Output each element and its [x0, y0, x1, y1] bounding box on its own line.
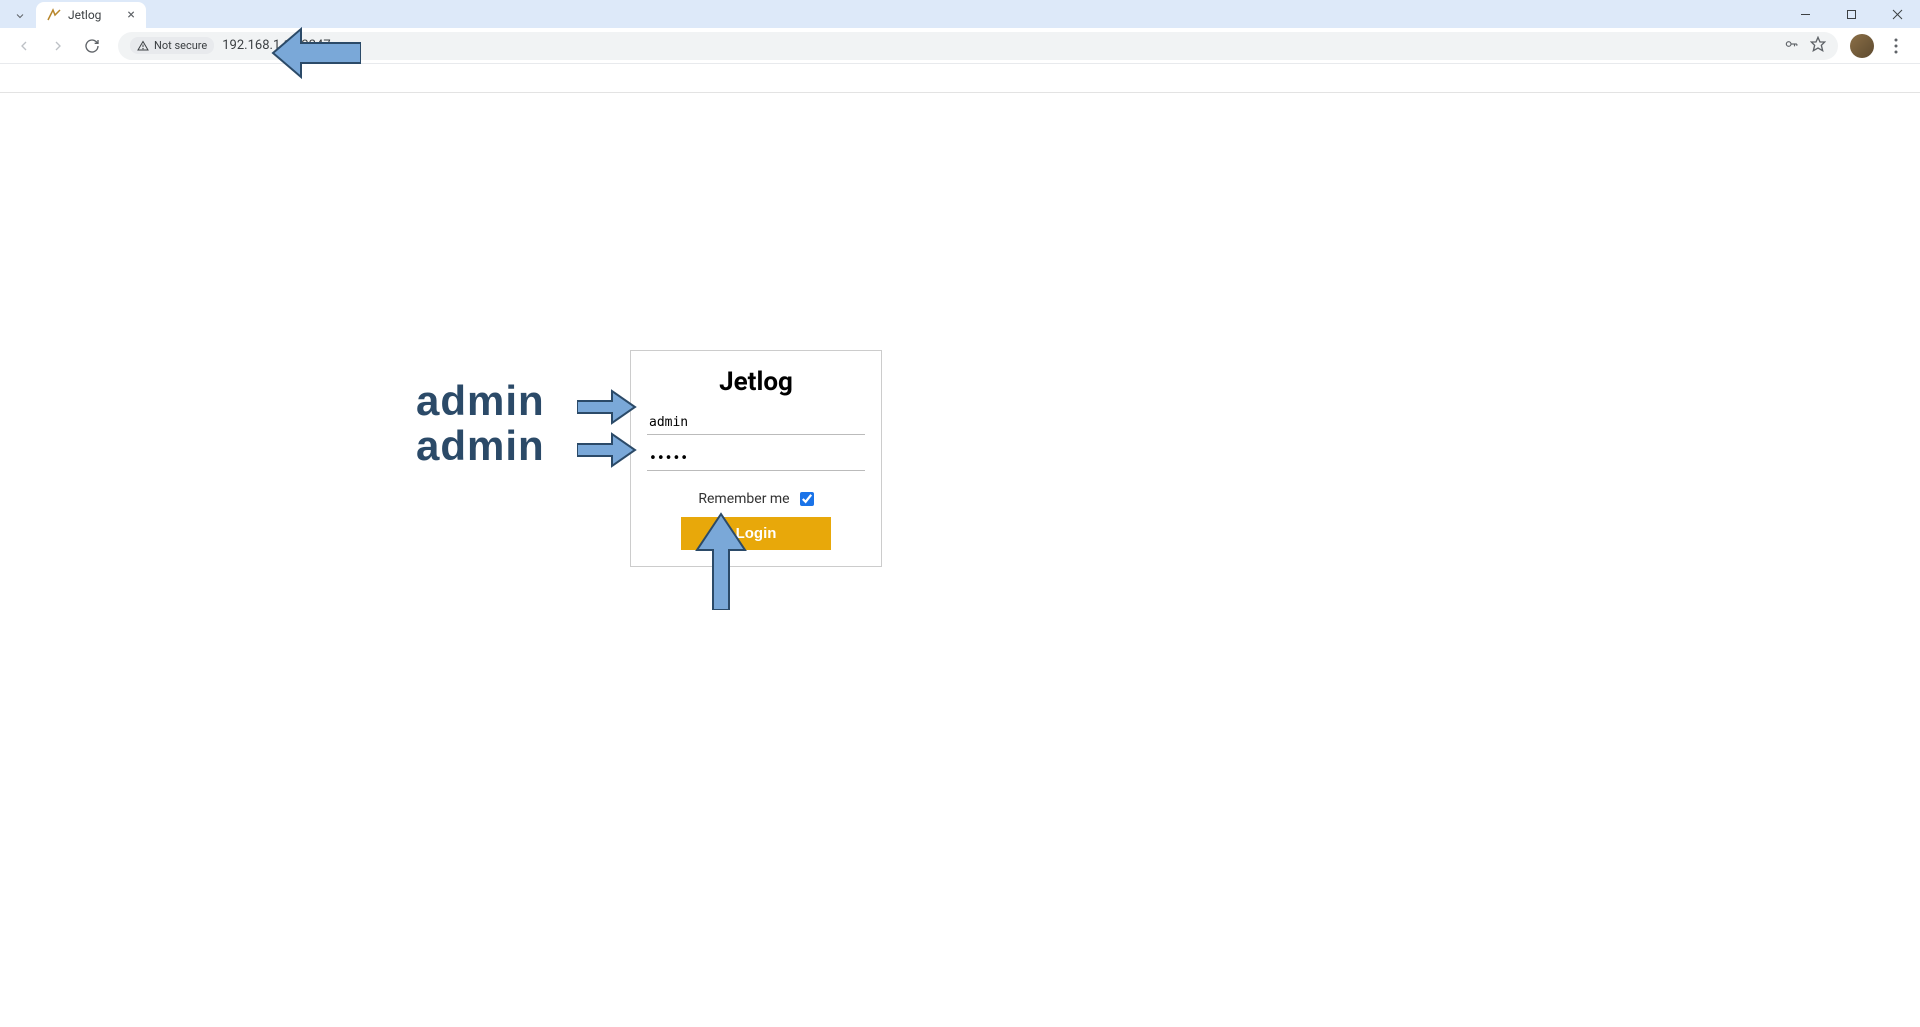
address-bar[interactable]: Not secure 192.168.1.18:3347: [118, 32, 1838, 60]
bookmark-star-icon[interactable]: [1810, 36, 1826, 56]
annotation-arrow-password: [577, 432, 637, 468]
forward-button[interactable]: [44, 32, 72, 60]
annotation-label-username: admin: [416, 377, 545, 425]
browser-menu-button[interactable]: [1882, 32, 1910, 60]
reload-button[interactable]: [78, 32, 106, 60]
window-close-button[interactable]: [1874, 0, 1920, 28]
login-card: Jetlog Remember me Login: [630, 350, 882, 567]
annotation-arrow-username: [577, 389, 637, 425]
window-controls: [1782, 0, 1920, 28]
tab-close-icon[interactable]: ×: [127, 8, 134, 22]
tab-favicon-icon: [46, 7, 62, 23]
security-label: Not secure: [154, 39, 207, 52]
window-maximize-button[interactable]: [1828, 0, 1874, 28]
login-title: Jetlog: [647, 367, 865, 397]
annotation-arrow-login: [693, 510, 749, 610]
tab-title: Jetlog: [68, 8, 101, 22]
warning-icon: [137, 40, 149, 52]
tab-search-icon[interactable]: [8, 4, 32, 28]
remember-me-checkbox[interactable]: [800, 492, 814, 506]
browser-tab-strip: Jetlog ×: [0, 0, 1920, 28]
back-button[interactable]: [10, 32, 38, 60]
security-chip[interactable]: Not secure: [130, 37, 214, 54]
password-input[interactable]: [647, 447, 865, 471]
browser-tab[interactable]: Jetlog ×: [36, 2, 146, 28]
annotation-arrow-url: [271, 25, 361, 81]
username-input[interactable]: [647, 411, 865, 435]
window-minimize-button[interactable]: [1782, 0, 1828, 28]
password-key-icon[interactable]: [1782, 36, 1800, 55]
profile-avatar[interactable]: [1850, 34, 1874, 58]
annotation-label-password: admin: [416, 422, 545, 470]
content-divider: [0, 92, 1920, 93]
remember-me-label: Remember me: [698, 491, 789, 507]
